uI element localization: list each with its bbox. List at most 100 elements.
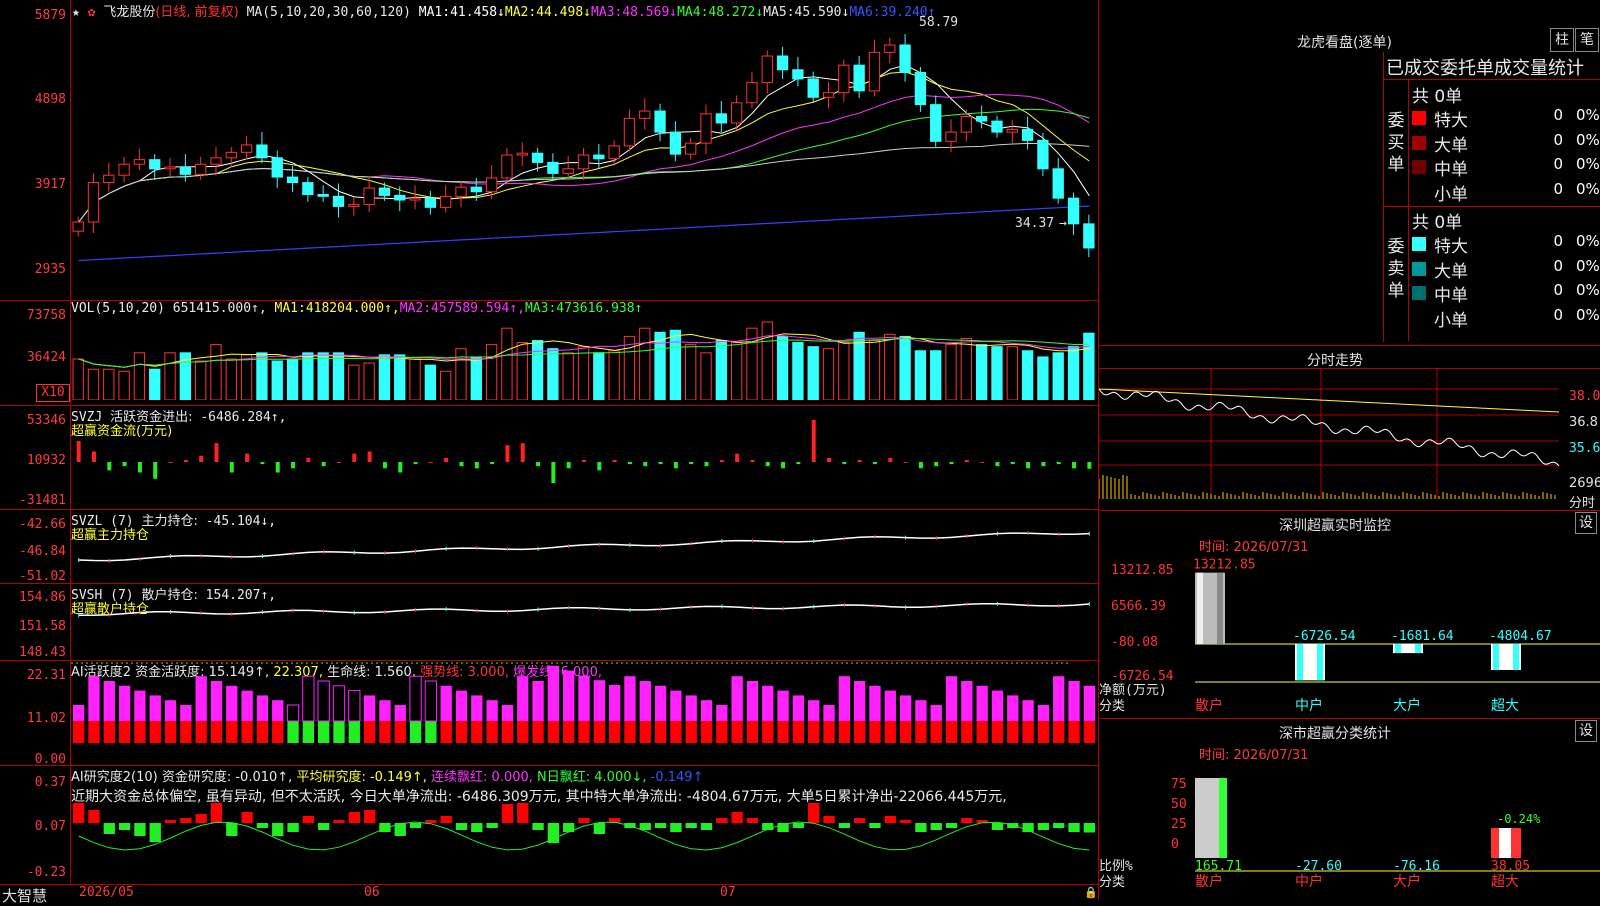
lock-icon[interactable]: 🔒 (1084, 886, 1098, 899)
bar-view-button[interactable]: 柱 (1550, 28, 1574, 52)
activity-bar (149, 695, 161, 721)
order-stats-box: 已成交委托单成交量统计 委买单 共 0单 特大 0 0% 大单 0 0% 中单 0 0% 小单 0 0… (1383, 52, 1600, 342)
order-size-label: 小单 (1434, 184, 1468, 205)
sz-monitor-settings-button[interactable]: 设 (1575, 512, 1597, 534)
activity-bar (808, 721, 820, 743)
volume-bar (501, 327, 513, 400)
candle (639, 110, 651, 119)
flow-bar (153, 462, 158, 479)
high-label: 58.79 (919, 15, 958, 30)
candle (179, 166, 192, 175)
buy-side-label: 委买单 (1387, 111, 1405, 175)
flow-bar (291, 462, 296, 469)
candle (87, 182, 100, 223)
ai-research-chart[interactable] (71, 766, 1097, 883)
candle (914, 72, 927, 106)
flow-bar (122, 462, 127, 467)
activity-bar (379, 700, 391, 721)
bar-category: 散户 (1195, 873, 1223, 890)
research-bar (700, 823, 713, 830)
vol-ma-value: 473616.938↑ (556, 301, 643, 316)
sz-stats-chart[interactable]: 75 50 25 0 比例%分类 165.71散户 -27.60中户 -76.16大户 -0.2… (1099, 758, 1600, 900)
kline-area[interactable]: ★ ✿ 飞龙股份(日线, 前复权) MA(5,10,20,30,60,120) … (0, 0, 1098, 905)
svzj-chart[interactable] (71, 406, 1097, 508)
activity-bar (792, 695, 805, 721)
pen-view-button[interactable]: 笔 (1575, 28, 1599, 52)
activity-bar (1083, 685, 1095, 721)
unit-label: 比例% (1099, 859, 1133, 874)
activity-bar (869, 721, 881, 743)
flow-bar (551, 462, 556, 483)
volume-bar (485, 344, 498, 400)
sell-side-label: 委卖单 (1387, 237, 1405, 301)
order-count: 0 (1553, 155, 1563, 173)
low-label: 34.37 (1015, 216, 1054, 231)
minute-chart[interactable] (1099, 369, 1600, 509)
candle (1083, 223, 1095, 249)
research-bar (670, 823, 682, 832)
flow-bar (413, 462, 418, 465)
activity-bar (1053, 676, 1065, 721)
activity-bar (915, 700, 927, 721)
volume-bar (792, 342, 804, 400)
volume-bar (240, 354, 253, 400)
flow-bar (260, 462, 265, 465)
candlestick-chart[interactable]: 58.79 34.37 → (71, 14, 1097, 298)
svzl-chart[interactable] (71, 510, 1097, 582)
activity-bar (746, 721, 759, 743)
holding-line (78, 602, 1090, 617)
volume-bar (302, 352, 314, 400)
volume-chart[interactable] (71, 316, 1097, 400)
activity-bar (272, 700, 284, 721)
activity-bar (670, 690, 682, 721)
y-tick: -46.84 (19, 544, 66, 559)
candle (363, 187, 375, 206)
activity-bar (1068, 681, 1080, 721)
candle (930, 104, 942, 142)
sz-stats-settings-button[interactable]: 设 (1575, 720, 1597, 742)
sz-stats-title: 深市超赢分类统计 (1279, 726, 1391, 742)
x-label: 07 (720, 885, 736, 900)
vol-unit-badge: X10 (36, 384, 70, 402)
volume-bar (87, 368, 100, 400)
y-tick: 25 (1171, 817, 1187, 832)
activity-bar (134, 721, 146, 743)
activity-bar (1037, 721, 1050, 743)
order-stats-tabs[interactable]: 已成交委托单成交量统计 (1386, 54, 1584, 80)
order-row: 大单 0 0% (1408, 257, 1600, 282)
y-tick: -31481 (19, 493, 66, 508)
flow-bar (1056, 462, 1061, 465)
research-bar (1037, 823, 1050, 830)
minute-vol-label: 分时 (1569, 496, 1596, 511)
flow-bar (336, 462, 341, 463)
sz-monitor-chart[interactable]: 13212.856566.39-80.08-6726.54净额(万元)分类132… (1099, 550, 1600, 715)
bar-category: 大户 (1393, 697, 1421, 714)
research-bar (164, 820, 177, 823)
activity-bar (685, 695, 697, 721)
volume-bar (195, 360, 207, 400)
research-bar (455, 823, 468, 830)
flow-bar (76, 441, 81, 462)
activity-bar (73, 721, 85, 743)
ai2-chart[interactable] (71, 661, 1097, 764)
research-bar (440, 816, 452, 823)
activity-bar (762, 685, 774, 721)
flow-bar (612, 459, 617, 462)
volume-bar (103, 368, 115, 400)
candle (700, 113, 712, 144)
bar-fill (1499, 828, 1511, 858)
volume-bar (623, 335, 636, 400)
flow-bar (352, 453, 357, 462)
activity-bar (455, 721, 468, 743)
lhb-title: 龙虎看盘(逐单) (1297, 35, 1392, 51)
research-bar (302, 816, 315, 823)
candle (746, 82, 758, 104)
flow-bar (1087, 462, 1092, 469)
svsh-chart[interactable] (71, 584, 1097, 659)
volume-bar (317, 352, 329, 400)
flow-bar (704, 462, 709, 467)
order-row: 大单 0 0% (1408, 131, 1600, 156)
vol-ma-indicator: MA2: (399, 301, 432, 316)
order-count: 0 (1553, 106, 1563, 124)
order-size-label: 特大 (1434, 111, 1468, 131)
